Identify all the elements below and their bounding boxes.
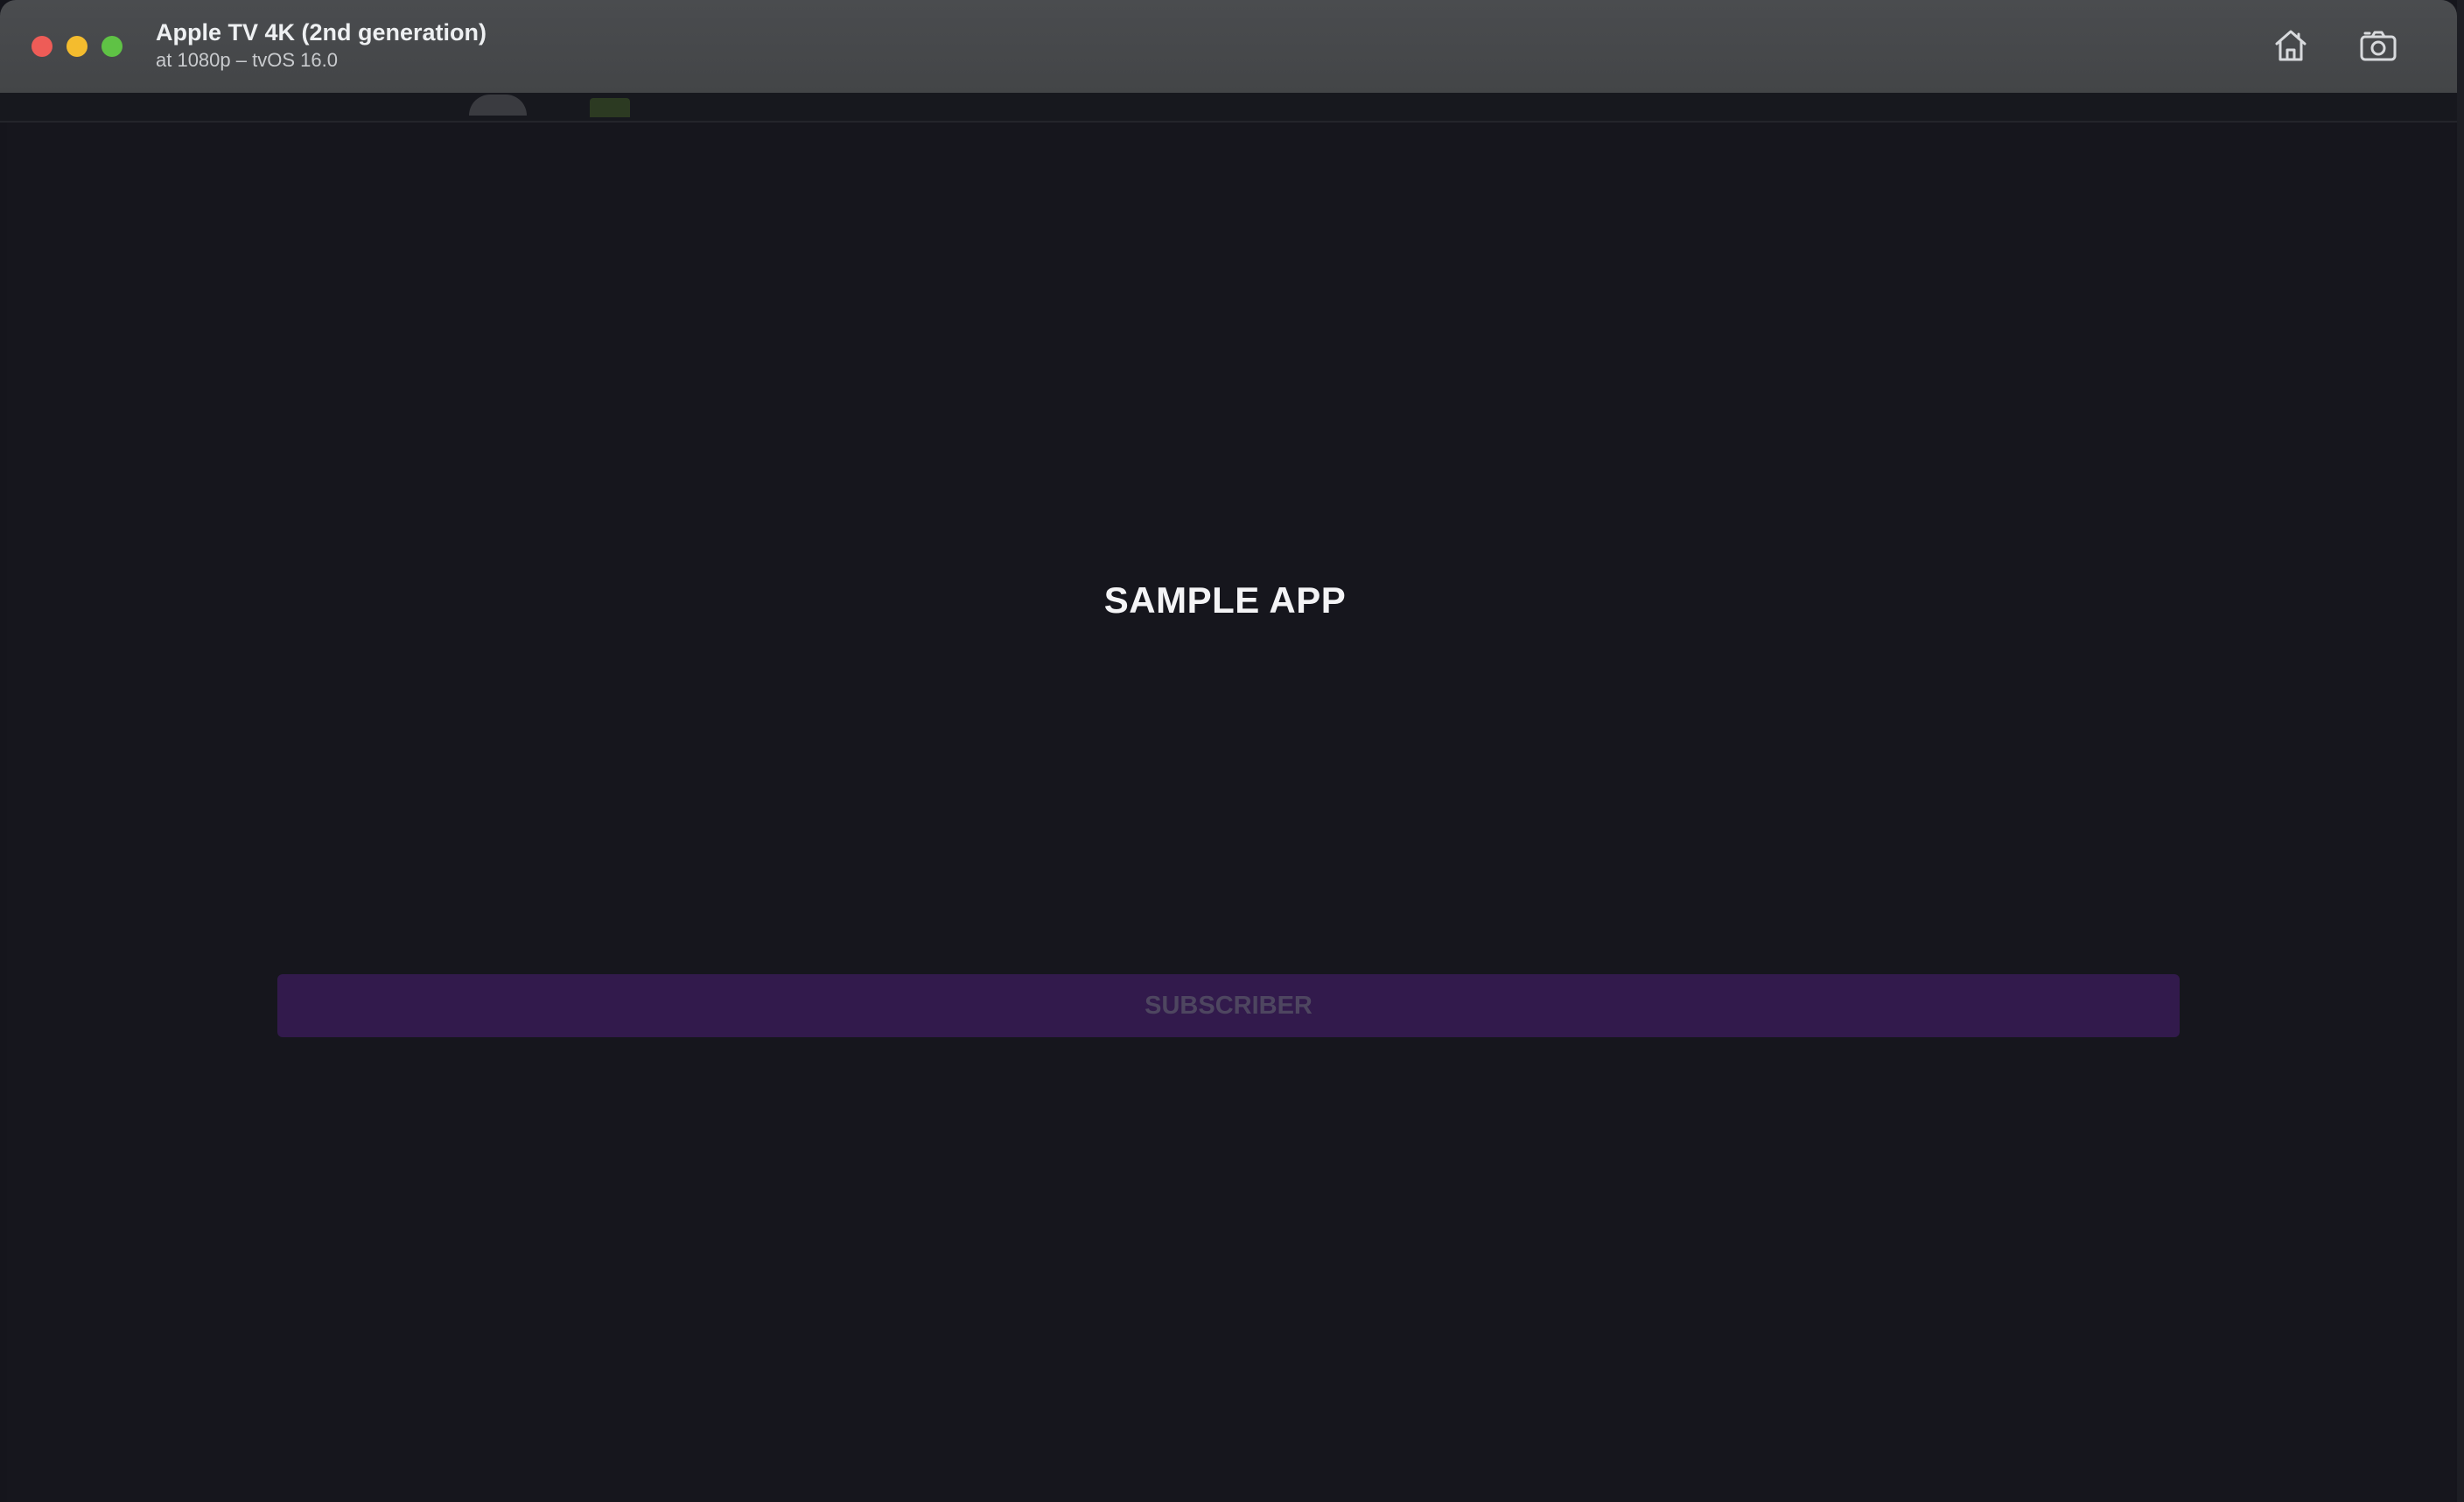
subscriber-button[interactable]: SUBSCRIBER [277,974,2180,1037]
background-thumbnail [590,98,630,117]
window-subtitle: at 1080p – tvOS 16.0 [156,49,338,71]
background-avatar [469,95,527,116]
home-icon[interactable] [2270,25,2312,67]
zoom-window-button[interactable] [102,36,122,57]
desktop-edge [2457,0,2464,1502]
tv-screen: SAMPLE APP SUBSCRIBER [7,123,2455,1502]
window-title: Apple TV 4K (2nd generation) [156,19,487,46]
screenshot-icon[interactable] [2357,25,2399,67]
close-window-button[interactable] [32,36,52,57]
background-content-strip [0,93,2457,123]
simulator-window: Apple TV 4K (2nd generation) at 1080p – … [0,0,2457,1502]
window-titlebar[interactable]: Apple TV 4K (2nd generation) at 1080p – … [0,0,2457,94]
minimize-window-button[interactable] [66,36,88,57]
app-title: SAMPLE APP [1103,579,1347,621]
